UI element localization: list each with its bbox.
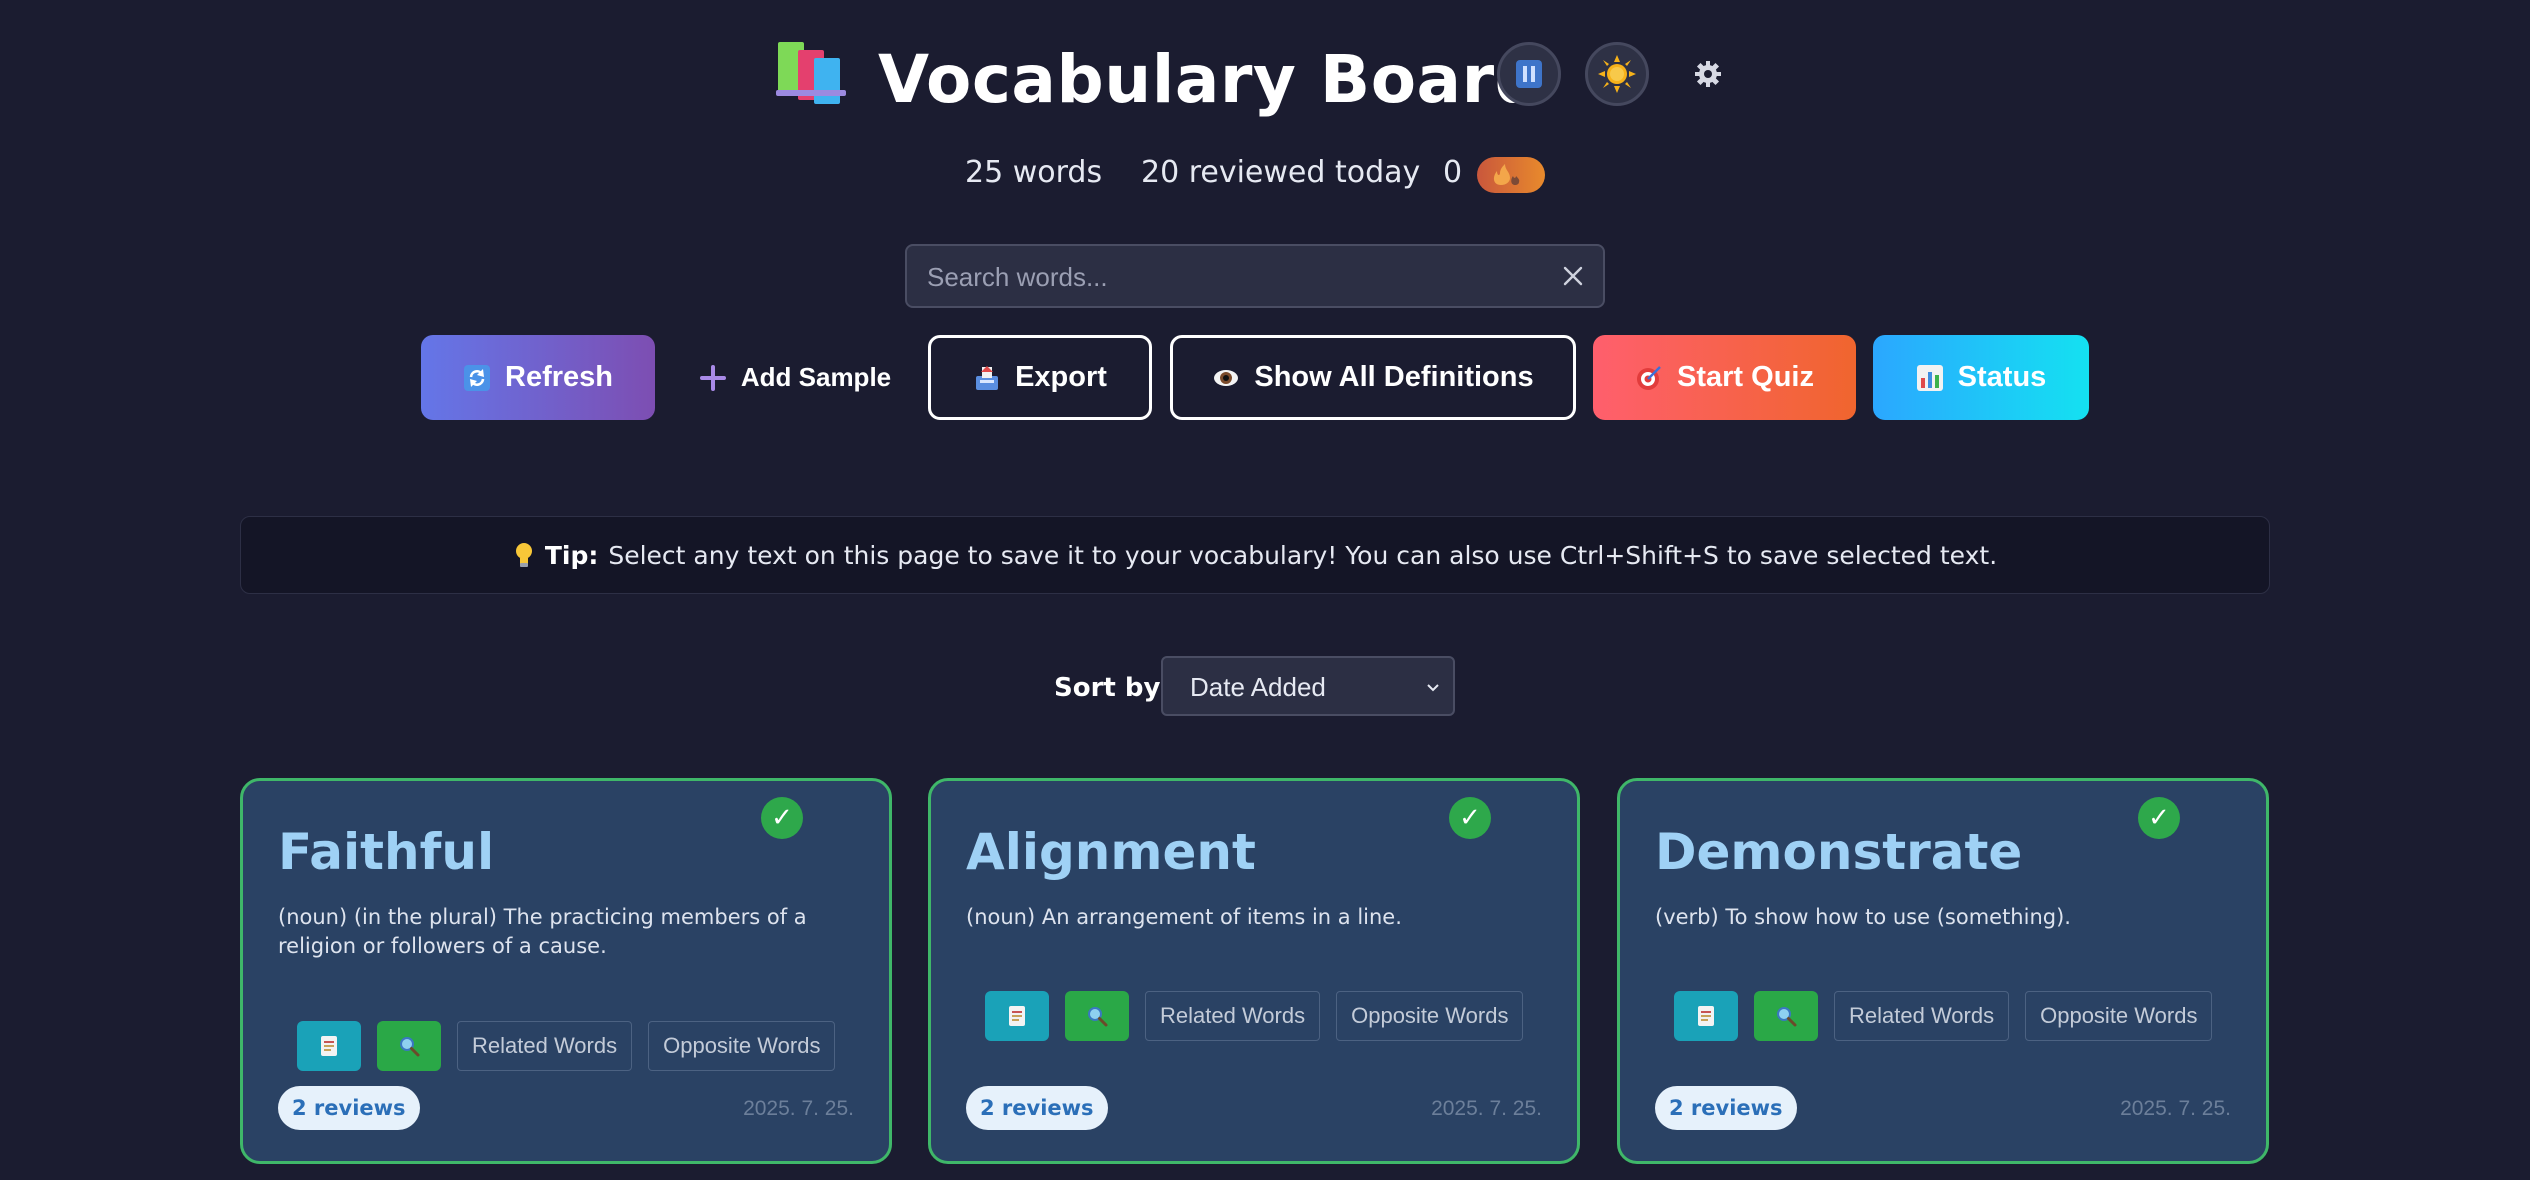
lookup-button[interactable]	[1065, 991, 1129, 1041]
card-definition: (noun) An arrangement of items in a line…	[966, 905, 1402, 929]
opposite-words-button[interactable]: Opposite Words	[648, 1021, 836, 1071]
word-card[interactable]: Faithful ✓ (noun) (in the plural) The pr…	[240, 778, 892, 1164]
card-toolbar: Related Words Opposite Words	[1674, 991, 2213, 1041]
add-sample-label: Add Sample	[740, 362, 892, 392]
magnifier-icon	[1088, 1007, 1108, 1027]
card-word: Faithful	[278, 823, 495, 881]
card-date: 2025. 7. 25.	[2120, 1097, 2231, 1120]
search-box	[905, 244, 1605, 308]
streak-count: 0	[1443, 155, 1463, 190]
card-date: 2025. 7. 25.	[743, 1097, 854, 1120]
sun-icon	[1598, 55, 1636, 93]
fire-icon	[1493, 164, 1520, 185]
sort-label: Sort by:	[1054, 673, 1171, 703]
refresh-icon	[464, 364, 490, 391]
sort-selected-value: Date Added	[1190, 672, 1326, 702]
reviewed-check-icon[interactable]: ✓	[2138, 797, 2180, 839]
card-toolbar: Related Words Opposite Words	[985, 991, 1524, 1041]
start-quiz-label: Start Quiz	[1677, 361, 1814, 393]
card-definition: (noun) (in the plural) The practicing me…	[278, 905, 807, 958]
related-words-button[interactable]: Related Words	[457, 1021, 633, 1071]
refresh-label: Refresh	[505, 361, 613, 393]
word-count: 25 words	[965, 155, 1103, 190]
tip-text: Select any text on this page to save it …	[608, 540, 1998, 570]
outbox-icon	[976, 365, 999, 390]
reviewed-today-count: 20 reviewed today	[1141, 155, 1421, 190]
card-word: Demonstrate	[1655, 823, 2023, 881]
word-card[interactable]: Alignment ✓ (noun) An arrangement of ite…	[928, 778, 1580, 1164]
card-toolbar: Related Words Opposite Words	[297, 1021, 836, 1071]
card-word: Alignment	[966, 823, 1256, 881]
lightbulb-icon	[515, 543, 532, 567]
details-button[interactable]	[985, 991, 1049, 1041]
reviewed-check-icon[interactable]: ✓	[1449, 797, 1491, 839]
card-definition: (verb) To show how to use (something).	[1655, 905, 2071, 929]
status-label: Status	[1957, 361, 2047, 393]
header: Vocabulary Board	[0, 28, 2530, 128]
status-button[interactable]: Status	[1873, 335, 2089, 420]
sort-select[interactable]: Date Added	[1161, 656, 1455, 716]
tip-label: Tip:	[544, 540, 599, 570]
streak-badge	[1477, 157, 1545, 193]
chevron-down-icon	[1427, 684, 1439, 692]
eye-icon	[1214, 369, 1239, 386]
refresh-button[interactable]: Refresh	[421, 335, 655, 420]
page-title: Vocabulary Board	[878, 41, 1543, 118]
document-icon	[1698, 1006, 1714, 1026]
export-button[interactable]: Export	[928, 335, 1152, 420]
document-icon	[1009, 1006, 1025, 1026]
review-count-badge: 2 reviews	[966, 1086, 1108, 1130]
add-sample-button[interactable]: Add Sample	[690, 335, 900, 420]
bar-chart-icon	[1916, 364, 1943, 391]
opposite-words-button[interactable]: Opposite Words	[1336, 991, 1524, 1041]
review-count-badge: 2 reviews	[1655, 1086, 1797, 1130]
show-all-definitions-button[interactable]: Show All Definitions	[1170, 335, 1576, 420]
document-icon	[321, 1036, 337, 1056]
magnifier-icon	[400, 1037, 420, 1057]
pause-button[interactable]	[1497, 42, 1561, 106]
books-icon	[776, 42, 846, 104]
search-input[interactable]	[925, 246, 1529, 308]
review-count-badge: 2 reviews	[278, 1086, 420, 1130]
plus-icon	[699, 364, 726, 391]
start-quiz-button[interactable]: Start Quiz	[1593, 335, 1856, 420]
close-icon[interactable]	[1559, 262, 1587, 290]
related-words-button[interactable]: Related Words	[1145, 991, 1321, 1041]
pause-icon	[1516, 60, 1542, 88]
tip-banner: Tip: Select any text on this page to sav…	[240, 516, 2270, 594]
theme-toggle-button[interactable]	[1585, 42, 1649, 106]
word-card[interactable]: Demonstrate ✓ (verb) To show how to use …	[1617, 778, 2269, 1164]
magnifier-icon	[1777, 1007, 1797, 1027]
details-button[interactable]	[297, 1021, 361, 1071]
details-button[interactable]	[1674, 991, 1738, 1041]
reviewed-check-icon[interactable]: ✓	[761, 797, 803, 839]
lookup-button[interactable]	[1754, 991, 1818, 1041]
gear-icon[interactable]	[1692, 58, 1724, 90]
target-icon	[1637, 365, 1661, 390]
export-label: Export	[1015, 361, 1107, 393]
opposite-words-button[interactable]: Opposite Words	[2025, 991, 2213, 1041]
lookup-button[interactable]	[377, 1021, 441, 1071]
card-date: 2025. 7. 25.	[1431, 1097, 1542, 1120]
related-words-button[interactable]: Related Words	[1834, 991, 2010, 1041]
show-all-definitions-label: Show All Definitions	[1254, 361, 1534, 393]
